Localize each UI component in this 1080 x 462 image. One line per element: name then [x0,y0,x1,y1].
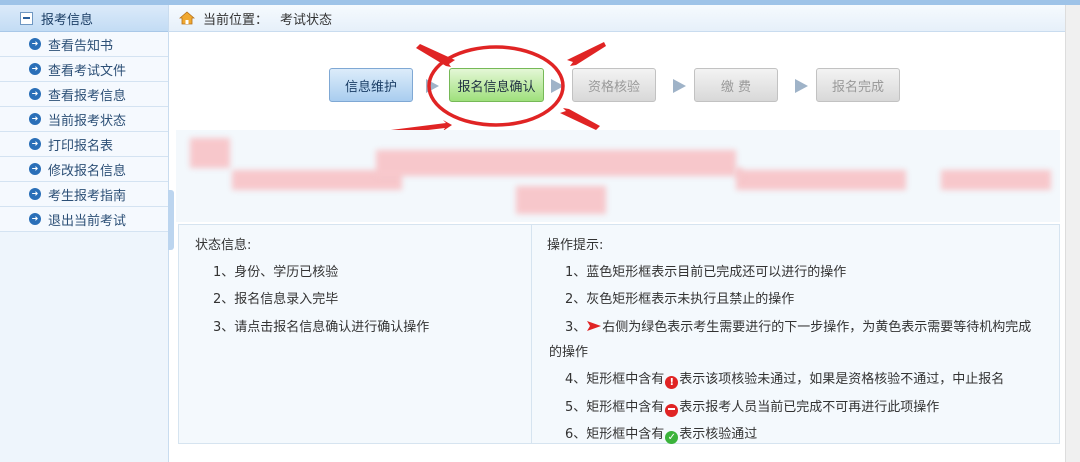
redacted-block [736,170,906,190]
tip-line-part: 表示核验通过 [679,427,758,442]
redacted-block [736,168,742,178]
status-panel: 状态信息: 1、身份、学历已核验 2、报名信息录入完毕 3、请点击报名信息确认进… [179,225,532,443]
red-arrow-icon [416,44,455,67]
no-entry-icon [665,404,679,417]
status-line: 3、请点击报名信息确认进行确认操作 [213,320,430,335]
tip-line-part: 表示该项核验未通过，如果是资格核验不通过，中止报名 [679,372,1005,387]
tips-panel: 操作提示: 1、蓝色矩形框表示目前已完成还可以进行的操作 2、灰色矩形框表示未执… [533,225,1059,444]
redacted-block [190,138,230,168]
status-line: 1、身份、学历已核验 [213,265,339,280]
redacted-block [516,186,606,214]
tip-line-part: 4、矩形框中含有 [565,372,665,387]
tip-line-continued: 的操作 [549,345,589,360]
info-panels: 状态信息: 1、身份、学历已核验 2、报名信息录入完毕 3、请点击报名信息确认进… [178,224,1060,444]
annotation-arrows [367,42,606,137]
redacted-info-band [176,130,1060,222]
tip-line: 5、矩形框中含有 表示报考人员当前已完成不可再进行此项操作 [565,396,939,417]
red-arrow-icon [560,108,600,130]
error-exclamation-icon: ! [665,376,679,389]
tips-title: 操作提示: [547,238,604,253]
status-title: 状态信息: [195,238,252,253]
tip-line: 2、灰色矩形框表示未执行且禁止的操作 [565,292,795,307]
redacted-block [941,170,1051,190]
tip-line-part: 6、矩形框中含有 [565,427,665,442]
tip-line-part: 5、矩形框中含有 [565,400,665,415]
status-line: 2、报名信息录入完毕 [213,292,339,307]
tip-line: 6、矩形框中含有 ✓ 表示核验通过 [565,423,757,444]
redacted-block [376,150,736,176]
tip-line-part: 表示报考人员当前已完成不可再进行此项操作 [679,400,940,415]
check-icon: ✓ [665,431,679,444]
tip-line: 3、 右侧为绿色表示考生需要进行的下一步操作，为黄色表示需要等待机构完成 [565,316,1031,335]
red-arrow-icon [567,42,606,66]
tip-line-part: 右侧为绿色表示考生需要进行的下一步操作，为黄色表示需要等待机构完成 [602,320,1032,335]
tip-line-part: 3、 [565,320,587,335]
tip-line: 1、蓝色矩形框表示目前已完成还可以进行的操作 [565,265,847,280]
red-arrow-icon [587,321,602,331]
tip-line: 4、矩形框中含有! 表示该项核验未通过，如果是资格核验不通过，中止报名 [565,368,1004,389]
